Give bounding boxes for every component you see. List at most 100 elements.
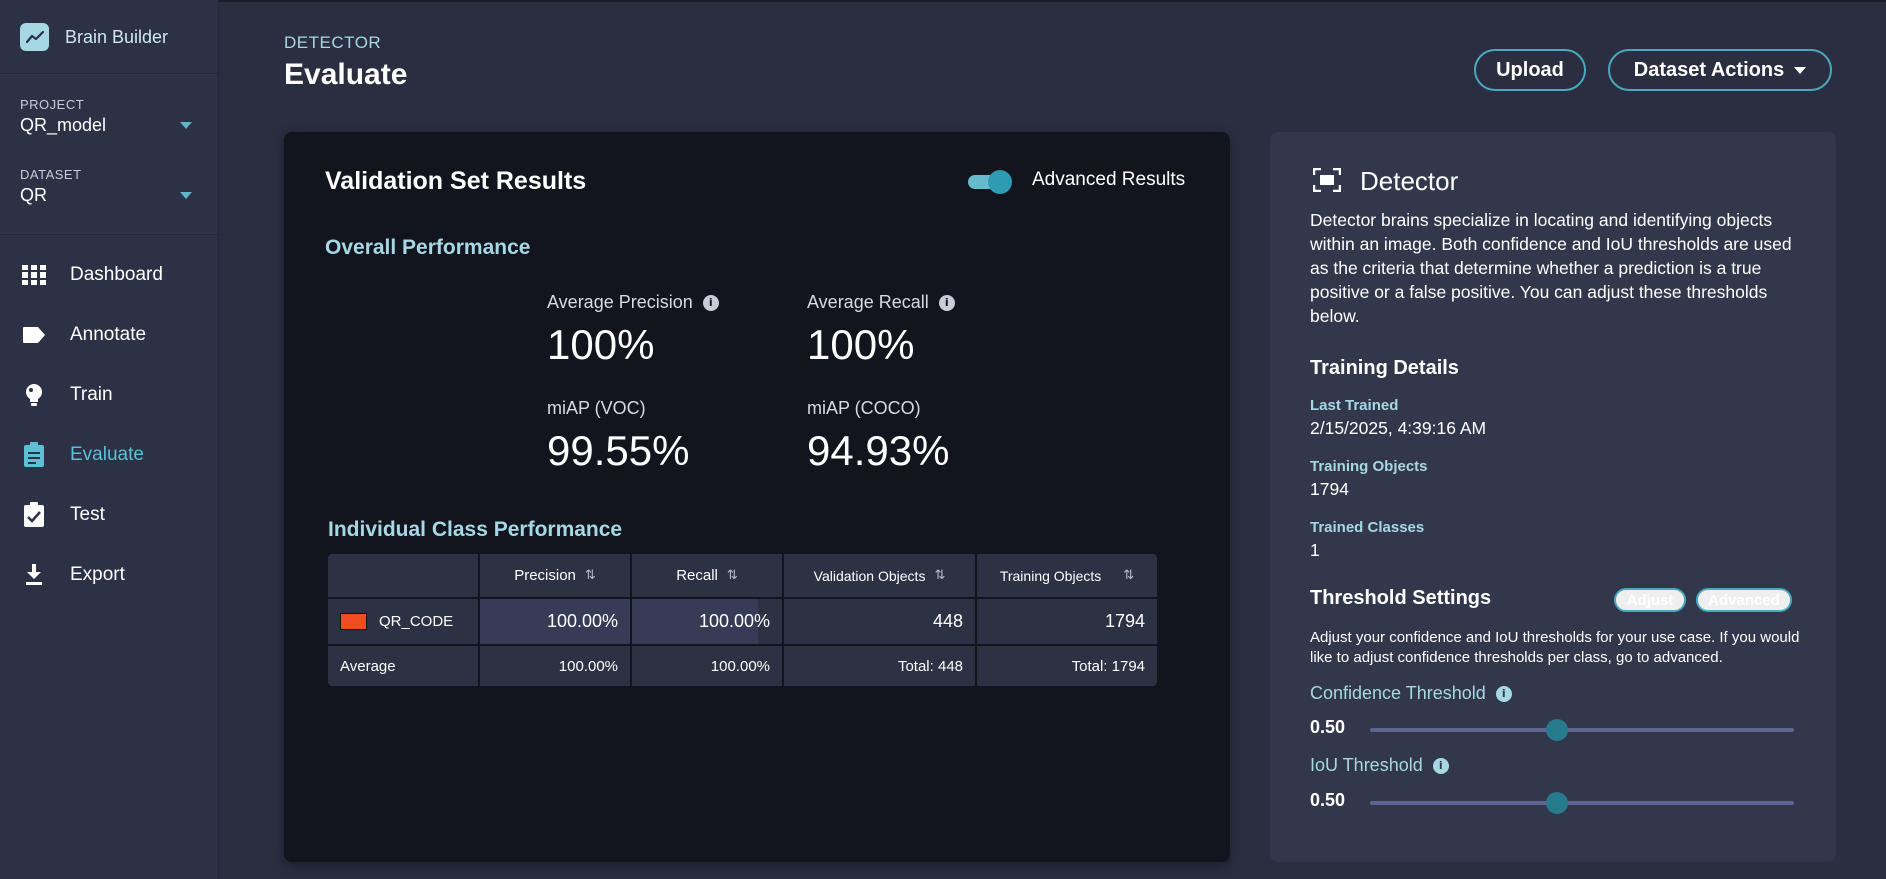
miap-coco-metric: miAP (COCO) 94.93% (807, 398, 1047, 475)
class-color-swatch (340, 613, 367, 630)
chevron-down-icon (1794, 66, 1807, 74)
tag-icon (22, 323, 46, 347)
overall-performance-heading: Overall Performance (325, 236, 531, 259)
adjust-button[interactable]: Adjust (1614, 588, 1686, 612)
dataset-actions-button[interactable]: Dataset Actions (1608, 49, 1832, 91)
sidebar: Brain Builder PROJECT QR_model DATASET Q… (0, 0, 219, 879)
sort-icon: ⇅ (934, 568, 946, 583)
sort-icon: ⇅ (584, 568, 596, 583)
info-icon[interactable]: i (1432, 757, 1449, 774)
dataset-label: DATASET (20, 167, 82, 182)
chart-line-icon (20, 23, 49, 51)
chevron-down-icon (180, 192, 192, 199)
column-header-validation-objects[interactable]: Validation Objects ⇅ (784, 554, 975, 597)
threshold-settings-heading: Threshold Settings (1310, 587, 1492, 609)
sidebar-item-label: Dashboard (70, 264, 163, 285)
metric-value: 94.93% (807, 427, 950, 474)
trained-classes-label: Trained Classes (1310, 519, 1425, 536)
class-performance-table: Precision ⇅ Recall ⇅ Validation Objects … (328, 554, 1157, 686)
training-details-heading: Training Details (1310, 357, 1459, 379)
slider-thumb[interactable] (1545, 792, 1568, 814)
lightbulb-icon (22, 383, 46, 407)
sidebar-item-label: Train (70, 384, 113, 405)
table-cell-recall: 100.00% (698, 611, 770, 631)
results-title: Validation Set Results (325, 167, 587, 195)
info-icon[interactable]: i (1495, 685, 1512, 702)
detector-info-card: Detector Detector brains specialize in l… (1270, 132, 1836, 862)
sidebar-divider (0, 234, 219, 235)
metric-label: miAP (COCO) (807, 398, 921, 418)
sidebar-item-label: Export (70, 564, 125, 585)
metric-value: 99.55% (547, 427, 690, 474)
top-border (0, 0, 1886, 2)
project-label: PROJECT (20, 97, 85, 112)
validation-results-card: Validation Set Results Advanced Results … (284, 132, 1230, 862)
upload-button-label: Upload (1496, 58, 1564, 81)
iou-threshold-slider[interactable] (1370, 792, 1794, 814)
sidebar-item-label: Test (70, 504, 105, 525)
page-title: Evaluate (284, 58, 408, 91)
project-value: QR_model (20, 115, 107, 135)
average-recall-metric: Average Recall i 100% (807, 292, 1047, 369)
sort-icon: ⇅ (726, 568, 738, 583)
table-total-training: Total: 1794 (1071, 657, 1145, 675)
table-average-label: Average (340, 657, 396, 675)
app-name: Brain Builder (65, 26, 169, 47)
chevron-down-icon (180, 122, 192, 129)
threshold-description: Adjust your confidence and IoU threshold… (1310, 629, 1800, 666)
brand[interactable]: Brain Builder (20, 23, 168, 51)
clipboard-icon (22, 442, 46, 467)
sidebar-item-evaluate[interactable]: Evaluate (0, 433, 219, 477)
last-trained-value: 2/15/2025, 4:39:16 AM (1310, 418, 1487, 438)
detector-title: Detector (1360, 166, 1459, 196)
sidebar-item-export[interactable]: Export (0, 553, 219, 597)
table-average-recall: 100.00% (710, 657, 770, 675)
column-header-training-objects[interactable]: Training Objects ⇅ (977, 554, 1157, 597)
dataset-actions-label: Dataset Actions (1633, 58, 1785, 81)
table-cell-precision: 100.00% (546, 611, 618, 631)
sidebar-item-label: Evaluate (70, 444, 144, 465)
detector-scan-icon (1312, 167, 1342, 193)
table-cell-training: 1794 (1104, 611, 1145, 631)
sidebar-item-test[interactable]: Test (0, 493, 219, 537)
detector-description: Detector brains specialize in locating a… (1310, 210, 1792, 326)
metric-value: 100% (807, 321, 915, 368)
column-header-precision[interactable]: Precision ⇅ (480, 554, 630, 597)
training-objects-value: 1794 (1310, 479, 1349, 499)
last-trained-label: Last Trained (1310, 397, 1399, 414)
download-icon (22, 563, 46, 587)
info-icon[interactable]: i (702, 294, 719, 311)
sidebar-item-dashboard[interactable]: Dashboard (0, 253, 219, 297)
column-header-recall[interactable]: Recall ⇅ (632, 554, 782, 597)
table-cell-validation: 448 (932, 611, 963, 631)
table-total-validation: Total: 448 (897, 657, 963, 675)
dataset-select[interactable]: DATASET QR (20, 167, 192, 206)
dashboard-grid-icon (22, 263, 46, 287)
upload-button[interactable]: Upload (1474, 49, 1586, 91)
advanced-button[interactable]: Advanced (1696, 588, 1792, 612)
metric-value: 100% (547, 321, 655, 368)
table-row-class: QR_CODE (340, 599, 478, 644)
miap-voc-metric: miAP (VOC) 99.55% (547, 398, 787, 475)
dataset-value: QR (20, 185, 47, 205)
sidebar-item-label: Annotate (70, 324, 147, 345)
trained-classes-value: 1 (1310, 540, 1320, 560)
sidebar-item-train[interactable]: Train (0, 373, 219, 417)
advanced-results-label: Advanced Results (1032, 169, 1186, 190)
confidence-threshold-label: Confidence Threshold (1310, 683, 1486, 703)
sidebar-item-annotate[interactable]: Annotate (0, 313, 219, 357)
sort-icon: ⇅ (1123, 568, 1135, 583)
page-eyebrow: DETECTOR (284, 33, 382, 52)
info-icon[interactable]: i (938, 294, 955, 311)
project-select[interactable]: PROJECT QR_model (20, 97, 192, 136)
metric-label: Average Precision (547, 292, 693, 312)
confidence-threshold-slider[interactable] (1370, 719, 1794, 741)
iou-threshold-label: IoU Threshold (1310, 755, 1423, 775)
metric-label: Average Recall (807, 292, 929, 312)
iou-threshold-value: 0.50 (1310, 790, 1346, 810)
advanced-results-toggle[interactable] (968, 170, 1012, 194)
training-objects-label: Training Objects (1310, 458, 1428, 475)
slider-thumb[interactable] (1545, 719, 1568, 741)
table-average-precision: 100.00% (558, 657, 618, 675)
toggle-knob (988, 170, 1012, 194)
